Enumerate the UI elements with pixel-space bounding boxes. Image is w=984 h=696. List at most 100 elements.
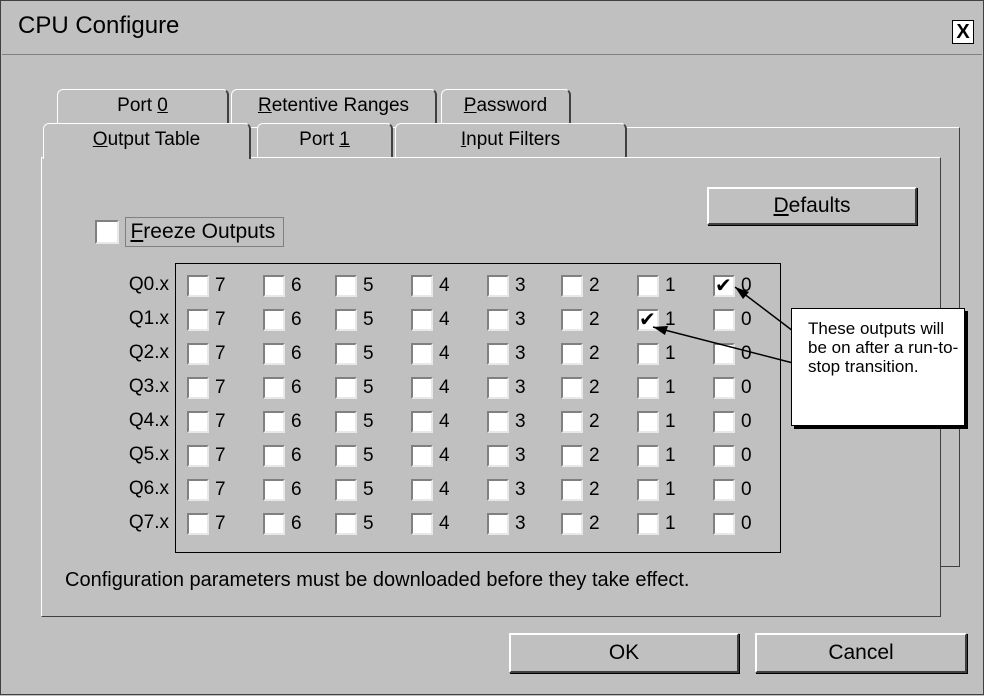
output-bit-checkbox[interactable]: 1 (637, 307, 707, 332)
output-bit-checkbox[interactable]: 6 (263, 376, 333, 400)
output-bit-box[interactable] (713, 512, 735, 535)
output-bit-checkbox[interactable]: 3 (487, 478, 557, 502)
output-bit-checkbox[interactable]: 1 (637, 274, 707, 298)
output-bit-box[interactable] (561, 308, 583, 331)
output-bit-box[interactable] (487, 342, 509, 365)
output-bit-box[interactable] (335, 342, 357, 365)
output-bit-checkbox[interactable]: 1 (637, 444, 707, 468)
output-bit-checkbox[interactable]: 1 (637, 342, 707, 366)
output-bit-box[interactable] (335, 410, 357, 433)
output-bit-checkbox[interactable]: 2 (561, 512, 631, 536)
output-bit-checkbox[interactable]: 5 (335, 376, 405, 400)
tab-port-1[interactable]: Port 1 (257, 123, 393, 157)
output-bit-checkbox[interactable]: 4 (411, 512, 481, 536)
output-bit-checkbox[interactable]: 7 (187, 342, 257, 366)
output-bit-checkbox[interactable]: 4 (411, 308, 481, 332)
freeze-outputs-box[interactable] (95, 220, 119, 244)
output-bit-checkbox[interactable]: 4 (411, 376, 481, 400)
output-bit-box[interactable] (713, 308, 735, 331)
output-bit-box[interactable] (487, 444, 509, 467)
output-bit-checkbox[interactable]: 2 (561, 478, 631, 502)
output-bit-checkbox[interactable]: 5 (335, 342, 405, 366)
tab-port-0[interactable]: Port 0 (57, 89, 229, 123)
output-bit-checkbox[interactable]: 1 (637, 512, 707, 536)
output-bit-box[interactable] (561, 512, 583, 535)
output-bit-checkbox[interactable]: 4 (411, 478, 481, 502)
output-bit-box[interactable] (411, 308, 433, 331)
output-bit-box[interactable] (637, 342, 659, 365)
output-bit-checkbox[interactable]: 0 (713, 478, 783, 502)
output-bit-box[interactable] (263, 376, 285, 399)
output-bit-box[interactable] (335, 376, 357, 399)
output-bit-checkbox[interactable]: 6 (263, 342, 333, 366)
output-bit-checkbox[interactable]: 2 (561, 308, 631, 332)
output-bit-box[interactable] (411, 274, 433, 297)
output-bit-checkbox[interactable]: 4 (411, 410, 481, 434)
output-bit-checkbox[interactable]: 2 (561, 410, 631, 434)
output-bit-box[interactable] (263, 444, 285, 467)
output-bit-box[interactable] (637, 274, 659, 297)
output-bit-box[interactable] (487, 512, 509, 535)
output-bit-checkbox[interactable]: 7 (187, 274, 257, 298)
output-bit-checkbox[interactable]: 5 (335, 308, 405, 332)
defaults-button[interactable]: Defaults (707, 187, 917, 225)
output-bit-box[interactable] (263, 274, 285, 297)
output-bit-checkbox[interactable]: 7 (187, 512, 257, 536)
output-bit-checkbox[interactable]: 6 (263, 478, 333, 502)
output-bit-checkbox[interactable]: 6 (263, 512, 333, 536)
output-bit-checkbox[interactable]: 6 (263, 410, 333, 434)
output-bit-box[interactable] (713, 444, 735, 467)
output-bit-checkbox[interactable]: 4 (411, 342, 481, 366)
output-bit-box[interactable] (335, 512, 357, 535)
output-bit-checkbox[interactable]: 7 (187, 376, 257, 400)
output-bit-box[interactable] (637, 478, 659, 501)
output-bit-checkbox[interactable]: 1 (637, 478, 707, 502)
output-bit-checkbox[interactable]: 0 (713, 342, 783, 366)
output-bit-box[interactable] (411, 444, 433, 467)
output-bit-checkbox[interactable]: 3 (487, 308, 557, 332)
output-bit-box[interactable] (637, 444, 659, 467)
output-bit-box[interactable] (187, 376, 209, 399)
output-bit-box[interactable] (487, 478, 509, 501)
tab-password[interactable]: Password (441, 89, 571, 123)
output-bit-checkbox[interactable]: 3 (487, 274, 557, 298)
output-bit-box[interactable] (411, 512, 433, 535)
output-bit-box[interactable] (187, 410, 209, 433)
output-bit-checkbox[interactable]: 7 (187, 308, 257, 332)
output-bit-checkbox[interactable]: 7 (187, 478, 257, 502)
output-bit-checkbox[interactable]: 5 (335, 512, 405, 536)
output-bit-checkbox[interactable]: 0 (713, 273, 783, 298)
output-bit-box[interactable] (561, 376, 583, 399)
output-bit-checkbox[interactable]: 0 (713, 376, 783, 400)
output-bit-box[interactable] (487, 376, 509, 399)
output-bit-checkbox[interactable]: 6 (263, 308, 333, 332)
output-bit-checkbox[interactable]: 0 (713, 410, 783, 434)
output-bit-checkbox[interactable]: 1 (637, 410, 707, 434)
output-bit-box[interactable] (561, 342, 583, 365)
output-bit-checkbox[interactable]: 0 (713, 308, 783, 332)
output-bit-checkbox[interactable]: 7 (187, 444, 257, 468)
output-bit-checkbox[interactable]: 5 (335, 410, 405, 434)
output-bit-box[interactable] (187, 512, 209, 535)
output-bit-checkbox[interactable]: 3 (487, 376, 557, 400)
output-bit-box[interactable] (487, 308, 509, 331)
output-bit-box[interactable] (561, 274, 583, 297)
output-bit-box[interactable] (561, 444, 583, 467)
freeze-outputs-checkbox[interactable]: Freeze Outputs (95, 217, 285, 247)
output-bit-checkbox[interactable]: 4 (411, 274, 481, 298)
output-bit-box[interactable] (411, 376, 433, 399)
output-bit-checkbox[interactable]: 2 (561, 376, 631, 400)
output-bit-box[interactable] (713, 478, 735, 501)
output-bit-checkbox[interactable]: 0 (713, 512, 783, 536)
output-bit-checkbox[interactable]: 1 (637, 376, 707, 400)
output-bit-checkbox[interactable]: 6 (263, 274, 333, 298)
output-bit-checkbox[interactable]: 4 (411, 444, 481, 468)
output-bit-box[interactable] (187, 342, 209, 365)
output-bit-checkbox[interactable]: 5 (335, 444, 405, 468)
output-bit-box[interactable] (263, 478, 285, 501)
output-bit-box[interactable] (411, 410, 433, 433)
output-bit-box[interactable] (411, 342, 433, 365)
output-bit-box[interactable] (263, 342, 285, 365)
output-bit-box[interactable] (637, 410, 659, 433)
output-bit-box[interactable] (263, 410, 285, 433)
